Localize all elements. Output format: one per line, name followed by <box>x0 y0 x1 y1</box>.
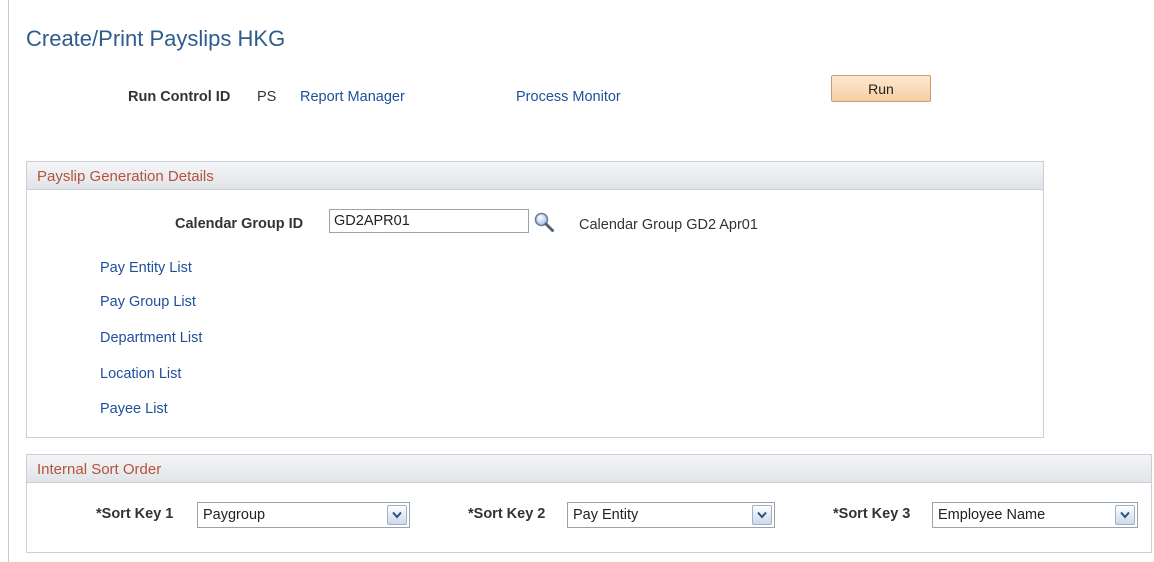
sort-key-1-select[interactable]: Paygroup <box>197 502 410 528</box>
sort-key-2-value: Pay Entity <box>573 507 639 523</box>
run-control-id-value: PS <box>257 89 277 105</box>
page-left-border <box>8 0 9 562</box>
internal-sort-order-title: Internal Sort Order <box>37 461 162 478</box>
payslip-generation-details-title: Payslip Generation Details <box>37 168 214 185</box>
magnifier-icon <box>534 212 554 232</box>
sort-key-1-label: *Sort Key 1 <box>96 506 174 522</box>
run-control-id-label: Run Control ID <box>128 89 231 105</box>
sort-key-3-select[interactable]: Employee Name <box>932 502 1138 528</box>
report-manager-link[interactable]: Report Manager <box>300 89 405 105</box>
chevron-down-icon[interactable] <box>1115 505 1135 525</box>
payslip-generation-details-header: Payslip Generation Details <box>27 162 1043 190</box>
page-title: Create/Print Payslips HKG <box>26 26 286 51</box>
sort-key-2-label: *Sort Key 2 <box>468 506 546 522</box>
payslip-generation-details-group: Payslip Generation Details Calendar Grou… <box>26 161 1044 438</box>
calendar-group-id-input[interactable] <box>329 209 529 233</box>
payee-list-link[interactable]: Payee List <box>100 401 168 417</box>
sort-key-3-label: *Sort Key 3 <box>833 506 911 522</box>
location-list-link[interactable]: Location List <box>100 366 181 382</box>
chevron-down-icon[interactable] <box>752 505 772 525</box>
sort-key-2-select[interactable]: Pay Entity <box>567 502 775 528</box>
calendar-group-description: Calendar Group GD2 Apr01 <box>579 217 758 233</box>
process-monitor-link[interactable]: Process Monitor <box>516 89 621 105</box>
pay-group-list-link[interactable]: Pay Group List <box>100 294 196 310</box>
pay-entity-list-link[interactable]: Pay Entity List <box>100 260 192 276</box>
chevron-down-icon[interactable] <box>387 505 407 525</box>
sort-key-3-value: Employee Name <box>938 507 1046 523</box>
run-button[interactable]: Run <box>831 75 931 102</box>
internal-sort-order-group: Internal Sort Order *Sort Key 1 Paygroup… <box>26 454 1152 553</box>
calendar-group-id-label: Calendar Group ID <box>175 216 304 232</box>
department-list-link[interactable]: Department List <box>100 330 202 346</box>
magnifier-lookup-icon[interactable] <box>533 211 555 233</box>
internal-sort-order-header: Internal Sort Order <box>27 455 1151 483</box>
sort-key-1-value: Paygroup <box>203 507 266 523</box>
